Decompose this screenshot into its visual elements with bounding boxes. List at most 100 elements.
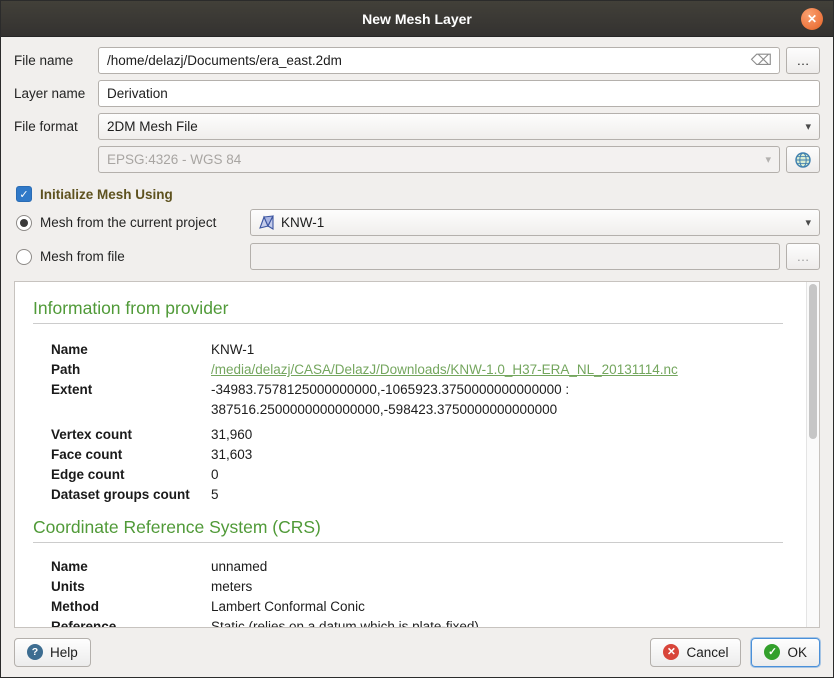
- row-label: Dataset groups count: [51, 485, 211, 505]
- cancel-icon: ✕: [663, 644, 679, 660]
- initialize-mesh-checkbox[interactable]: ✓: [16, 186, 32, 202]
- layer-name-row: Layer name: [14, 80, 820, 107]
- clear-text-icon[interactable]: ⌫: [751, 53, 772, 68]
- row-value: KNW-1: [211, 340, 254, 360]
- crs-combo: EPSG:4326 - WGS 84 ▾: [98, 146, 780, 173]
- mesh-file-input-wrap: [250, 243, 780, 270]
- help-button[interactable]: ? Help: [14, 638, 91, 667]
- file-name-input-wrap: ⌫: [98, 47, 780, 74]
- titlebar[interactable]: New Mesh Layer ✕: [1, 1, 833, 37]
- dialog-content: File name ⌫ … Layer name File format: [1, 37, 833, 677]
- row-value: meters: [211, 577, 252, 597]
- crs-row: EPSG:4326 - WGS 84 ▾: [14, 146, 820, 173]
- table-row: Extent -34983.7578125000000000,-1065923.…: [51, 380, 785, 420]
- file-format-row: File format 2DM Mesh File ▾: [14, 113, 820, 140]
- file-format-label: File format: [14, 119, 98, 134]
- table-row: Face count 31,603: [51, 445, 785, 465]
- table-row: Vertex count 31,960: [51, 425, 785, 445]
- mesh-layer-combo[interactable]: KNW-1 ▾: [250, 209, 820, 236]
- row-label: Name: [51, 557, 211, 577]
- footer-button-bar: ? Help ✕ Cancel ✓ OK: [14, 637, 820, 667]
- window-title: New Mesh Layer: [362, 11, 472, 27]
- mesh-from-file-label: Mesh from file: [40, 249, 125, 264]
- row-value: Static (relies on a datum which is plate…: [211, 617, 479, 628]
- globe-icon: [794, 151, 812, 169]
- row-label: Path: [51, 360, 211, 380]
- crs-info-table: Name unnamed Units meters Method Lambert…: [51, 557, 785, 628]
- info-panel-content: Information from provider Name KNW-1 Pat…: [15, 282, 819, 628]
- close-button[interactable]: ✕: [801, 8, 823, 30]
- crs-select-button[interactable]: [786, 146, 820, 173]
- close-icon: ✕: [807, 13, 817, 25]
- row-value: 31,603: [211, 445, 252, 465]
- table-row: Name KNW-1: [51, 340, 785, 360]
- crs-info-heading: Coordinate Reference System (CRS): [33, 517, 785, 538]
- row-label: Reference: [51, 617, 211, 628]
- new-mesh-layer-dialog: New Mesh Layer ✕ File name ⌫ … Layer nam…: [0, 0, 834, 678]
- layer-name-input[interactable]: [107, 86, 811, 101]
- table-row: Method Lambert Conformal Conic: [51, 597, 785, 617]
- mesh-from-project-label: Mesh from the current project: [40, 215, 216, 230]
- mesh-file-input: [259, 249, 771, 264]
- info-panel: Information from provider Name KNW-1 Pat…: [14, 281, 820, 628]
- mesh-file-browse-button: …: [786, 243, 820, 270]
- row-label: Edge count: [51, 465, 211, 485]
- row-label: Face count: [51, 445, 211, 465]
- layer-name-label: Layer name: [14, 86, 98, 101]
- chevron-down-icon: ▾: [765, 153, 771, 166]
- mesh-from-project-row: Mesh from the current project KNW-1 ▾: [14, 209, 820, 236]
- divider: [33, 542, 783, 543]
- table-row: Dataset groups count 5: [51, 485, 785, 505]
- row-label: Name: [51, 340, 211, 360]
- cancel-button-label: Cancel: [686, 645, 728, 660]
- table-row: Units meters: [51, 577, 785, 597]
- row-value: -34983.7578125000000000,-1065923.3750000…: [211, 380, 785, 420]
- initialize-mesh-row: ✓ Initialize Mesh Using: [16, 186, 820, 202]
- row-value: 5: [211, 485, 219, 505]
- ok-button-label: OK: [787, 645, 807, 660]
- vertical-scrollbar[interactable]: [806, 282, 819, 627]
- table-row: Name unnamed: [51, 557, 785, 577]
- mesh-from-project-radio[interactable]: [16, 215, 32, 231]
- crs-value: EPSG:4326 - WGS 84: [107, 152, 241, 167]
- ok-icon: ✓: [764, 644, 780, 660]
- file-name-label: File name: [14, 53, 98, 68]
- mesh-layer-value: KNW-1: [281, 215, 324, 230]
- file-format-value: 2DM Mesh File: [107, 119, 198, 134]
- row-label: Extent: [51, 380, 211, 420]
- mesh-from-file-row: Mesh from file …: [14, 243, 820, 270]
- file-name-row: File name ⌫ …: [14, 47, 820, 74]
- cancel-button[interactable]: ✕ Cancel: [650, 638, 741, 667]
- row-label: Method: [51, 597, 211, 617]
- chevron-down-icon: ▾: [805, 216, 811, 229]
- row-value: 31,960: [211, 425, 252, 445]
- layer-name-input-wrap: [98, 80, 820, 107]
- scrollbar-thumb[interactable]: [809, 284, 817, 439]
- table-row: Edge count 0: [51, 465, 785, 485]
- ok-button[interactable]: ✓ OK: [751, 638, 820, 667]
- help-button-label: Help: [50, 645, 78, 660]
- table-row: Path /media/delazj/CASA/DelazJ/Downloads…: [51, 360, 785, 380]
- row-label: Units: [51, 577, 211, 597]
- provider-info-table: Name KNW-1 Path /media/delazj/CASA/Delaz…: [51, 340, 785, 505]
- initialize-mesh-label[interactable]: Initialize Mesh Using: [40, 187, 173, 202]
- divider: [33, 323, 783, 324]
- mesh-from-file-radio-group[interactable]: Mesh from file: [14, 249, 250, 265]
- help-icon: ?: [27, 644, 43, 660]
- file-format-combo[interactable]: 2DM Mesh File ▾: [98, 113, 820, 140]
- file-name-input[interactable]: [107, 53, 753, 68]
- path-link[interactable]: /media/delazj/CASA/DelazJ/Downloads/KNW-…: [211, 360, 678, 380]
- provider-info-heading: Information from provider: [33, 298, 785, 319]
- radio-dot: [20, 219, 28, 227]
- check-icon: ✓: [19, 188, 28, 201]
- row-value: 0: [211, 465, 219, 485]
- row-value: Lambert Conformal Conic: [211, 597, 365, 617]
- table-row: Reference Static (relies on a datum whic…: [51, 617, 785, 628]
- mesh-layer-icon: [259, 215, 274, 230]
- chevron-down-icon: ▾: [805, 120, 811, 133]
- mesh-from-file-radio[interactable]: [16, 249, 32, 265]
- row-label: Vertex count: [51, 425, 211, 445]
- mesh-from-project-radio-group[interactable]: Mesh from the current project: [14, 215, 250, 231]
- file-name-browse-button[interactable]: …: [786, 47, 820, 74]
- row-value: unnamed: [211, 557, 267, 577]
